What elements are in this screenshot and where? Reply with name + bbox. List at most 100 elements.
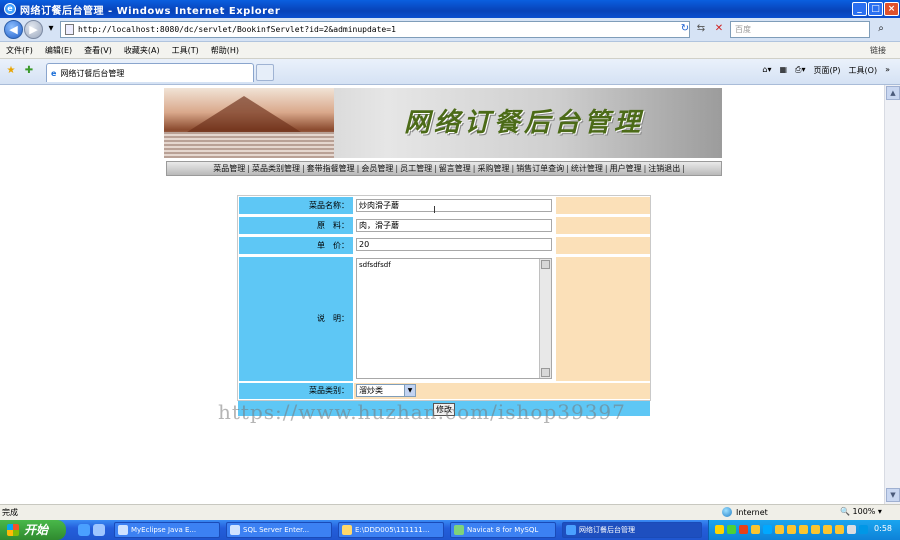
- zoom-level[interactable]: 🔍 100% ▾: [840, 507, 882, 516]
- favorites-star-icon[interactable]: ★: [4, 64, 18, 78]
- status-bar: 完成 Internet 🔍 100% ▾: [0, 504, 900, 520]
- task-ie-admin[interactable]: 网络订餐后台管理: [562, 522, 702, 538]
- security-zone[interactable]: Internet: [722, 507, 768, 517]
- tray-icon[interactable]: [811, 525, 820, 534]
- category-label: 菜品类别：: [239, 383, 353, 399]
- dish-name-input[interactable]: 炒肉滑子蘑: [356, 199, 552, 212]
- feeds-icon[interactable]: ▦: [779, 65, 787, 76]
- nav-dish-manage[interactable]: 菜品管理: [213, 163, 245, 174]
- address-bar[interactable]: http://localhost:8080/dc/servlet/Bookinf…: [60, 21, 690, 38]
- go-icon[interactable]: ⇆: [694, 22, 708, 36]
- start-button[interactable]: 开始: [0, 520, 66, 540]
- banner-title: 网络订餐后台管理: [404, 108, 645, 138]
- globe-icon: [722, 507, 732, 517]
- nav-message[interactable]: 留言管理: [439, 163, 471, 174]
- maximize-button[interactable]: □: [868, 2, 883, 16]
- scroll-up-arrow-icon[interactable]: ▲: [886, 86, 900, 100]
- tray-icon[interactable]: [727, 525, 736, 534]
- new-tab-button[interactable]: [256, 64, 274, 81]
- category-select[interactable]: 溜炒类 ▼: [356, 384, 416, 397]
- status-text: 完成: [2, 508, 18, 517]
- ie-tab-icon: e: [51, 68, 57, 78]
- nav-logout[interactable]: 注销退出: [648, 163, 680, 174]
- menu-tools[interactable]: 工具(T): [172, 45, 199, 56]
- search-icon[interactable]: ⌕: [874, 22, 888, 36]
- tray-icon[interactable]: [751, 525, 760, 534]
- add-favorite-icon[interactable]: ✚: [22, 64, 36, 78]
- menu-bar: 文件(F) 编辑(E) 查看(V) 收藏夹(A) 工具(T) 帮助(H) 链接: [0, 42, 900, 59]
- task-myeclipse[interactable]: MyEclipse Java E...: [114, 522, 220, 538]
- nav-statistics[interactable]: 统计管理: [571, 163, 603, 174]
- address-row: ◀ ▶ ▾ http://localhost:8080/dc/servlet/B…: [0, 18, 900, 42]
- menu-favorites[interactable]: 收藏夹(A): [124, 45, 160, 56]
- folder-icon: [342, 525, 352, 535]
- tray-icon[interactable]: [715, 525, 724, 534]
- tray-icon[interactable]: [775, 525, 784, 534]
- chevron-down-icon[interactable]: ▼: [404, 385, 415, 396]
- home-icon[interactable]: ⌂▾: [762, 65, 771, 76]
- windows-taskbar: 开始 MyEclipse Java E... SQL Server Enter.…: [0, 520, 900, 540]
- tab-row: ★ ✚ e 网络订餐后台管理 ⌂▾ ▦ ⎙▾ 页面(P) 工具(O) »: [0, 59, 900, 85]
- nav-sales-order[interactable]: 销售订单查询: [516, 163, 564, 174]
- windows-flag-icon: [7, 524, 19, 536]
- price-input[interactable]: 20: [356, 238, 552, 251]
- watermark-text: https://www.huzhan.com/ishop39397: [218, 400, 626, 424]
- forward-button[interactable]: ▶: [24, 20, 43, 39]
- nav-member[interactable]: 会员管理: [361, 163, 393, 174]
- stop-icon[interactable]: ✕: [712, 22, 726, 36]
- tray-icon[interactable]: [835, 525, 844, 534]
- task-sqlserver[interactable]: SQL Server Enter...: [226, 522, 332, 538]
- window-title: 网络订餐后台管理 - Windows Internet Explorer: [20, 5, 281, 17]
- material-label: 原 料：: [239, 217, 353, 234]
- taskbar-clock: 0:58: [874, 524, 892, 533]
- system-tray: 0:58: [708, 520, 900, 540]
- nav-dish-category[interactable]: 菜品类别管理: [252, 163, 300, 174]
- textarea-scroll-up-icon: [541, 260, 550, 269]
- minimize-button[interactable]: _: [852, 2, 867, 16]
- price-label: 单 价：: [239, 237, 353, 254]
- links-label[interactable]: 链接: [870, 45, 886, 56]
- dish-name-label: 菜品名称：: [239, 197, 353, 214]
- tray-icon[interactable]: [799, 525, 808, 534]
- admin-nav: 菜品管理 | 菜品类别管理 | 套带指餐管理 | 会员管理 | 员工管理 | 留言管理 | …: [166, 161, 722, 176]
- nav-purchase[interactable]: 采购管理: [477, 163, 509, 174]
- address-text: http://localhost:8080/dc/servlet/Bookinf…: [78, 25, 396, 34]
- tray-icon[interactable]: [763, 525, 772, 534]
- menu-file[interactable]: 文件(F): [6, 45, 33, 56]
- nav-set-meal[interactable]: 套带指餐管理: [307, 163, 355, 174]
- description-label: 说 明：: [239, 257, 353, 381]
- navicat-icon: [454, 525, 464, 535]
- vertical-scrollbar[interactable]: ▲ ▼: [884, 85, 900, 504]
- nav-staff[interactable]: 员工管理: [400, 163, 432, 174]
- site-banner: 网络订餐后台管理: [164, 88, 722, 158]
- tray-icon[interactable]: [823, 525, 832, 534]
- scroll-down-arrow-icon[interactable]: ▼: [886, 488, 900, 502]
- menu-view[interactable]: 查看(V): [84, 45, 112, 56]
- textarea-scrollbar[interactable]: [539, 259, 551, 378]
- print-icon[interactable]: ⎙▾: [795, 65, 805, 76]
- history-dropdown-icon[interactable]: ▾: [44, 22, 58, 36]
- menu-help[interactable]: 帮助(H): [211, 45, 239, 56]
- ie-task-icon: [566, 525, 576, 535]
- tab-admin[interactable]: e 网络订餐后台管理: [46, 63, 254, 82]
- quicklaunch-ie-icon[interactable]: [78, 524, 90, 536]
- tools-menu[interactable]: 工具(O): [849, 65, 878, 76]
- close-button[interactable]: ×: [884, 2, 899, 16]
- tray-icon[interactable]: [847, 525, 856, 534]
- page-menu[interactable]: 页面(P): [813, 65, 840, 76]
- material-input[interactable]: 肉，滑子蘑: [356, 219, 552, 232]
- task-explorer-folder[interactable]: E:\DDD005\111111...: [338, 522, 444, 538]
- title-bar: e 网络订餐后台管理 - Windows Internet Explorer _…: [0, 0, 900, 18]
- tray-icon[interactable]: [859, 525, 868, 534]
- description-textarea[interactable]: sdfsdfsdf: [356, 258, 552, 379]
- refresh-icon[interactable]: ↻: [678, 22, 692, 36]
- tray-icon[interactable]: [787, 525, 796, 534]
- tray-icon[interactable]: [739, 525, 748, 534]
- quicklaunch-desktop-icon[interactable]: [93, 524, 105, 536]
- chevron-right-icon[interactable]: »: [885, 65, 890, 76]
- search-input[interactable]: 百度: [730, 21, 870, 38]
- menu-edit[interactable]: 编辑(E): [45, 45, 72, 56]
- nav-user[interactable]: 用户管理: [610, 163, 642, 174]
- back-button[interactable]: ◀: [4, 20, 23, 39]
- task-navicat[interactable]: Navicat 8 for MySQL: [450, 522, 556, 538]
